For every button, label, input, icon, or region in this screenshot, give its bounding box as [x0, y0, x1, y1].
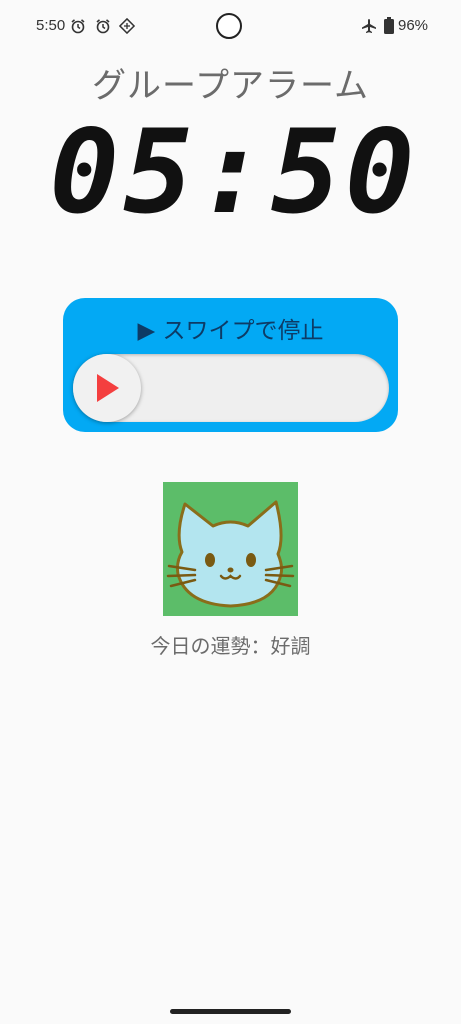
swipe-track[interactable]	[73, 354, 389, 422]
clock-time: 05:50	[49, 105, 418, 240]
status-time: 5:50	[36, 17, 66, 34]
page-title: グループアラーム	[92, 66, 369, 106]
alarm-clock: 05:50	[49, 105, 414, 240]
clock-digits: 05:50	[49, 105, 414, 240]
play-icon	[97, 374, 119, 402]
home-indicator[interactable]	[170, 1009, 291, 1014]
front-camera	[216, 13, 242, 39]
swipe-label: ▶ スワイプで停止	[137, 318, 324, 344]
cat-face-icon	[166, 500, 295, 608]
status-bar: 5:50 96%	[0, 0, 461, 54]
fortune-text: 今日の運勢：好調	[150, 634, 311, 658]
alarm-screen: 5:50 96% グループアラーム 05:50 ▶ スワイプで停止 今日の運勢：…	[0, 0, 461, 1024]
airplane-mode-icon	[362, 19, 376, 33]
fortune-cat-image	[163, 482, 298, 616]
battery-percent: 96%	[398, 17, 429, 34]
swipe-handle[interactable]	[73, 354, 141, 422]
swipe-to-stop-panel: ▶ スワイプで停止	[63, 298, 398, 432]
alarm-icon	[96, 19, 110, 34]
app-notification-icon	[119, 18, 135, 34]
battery-icon	[384, 17, 394, 34]
alarm-icon	[71, 19, 85, 34]
